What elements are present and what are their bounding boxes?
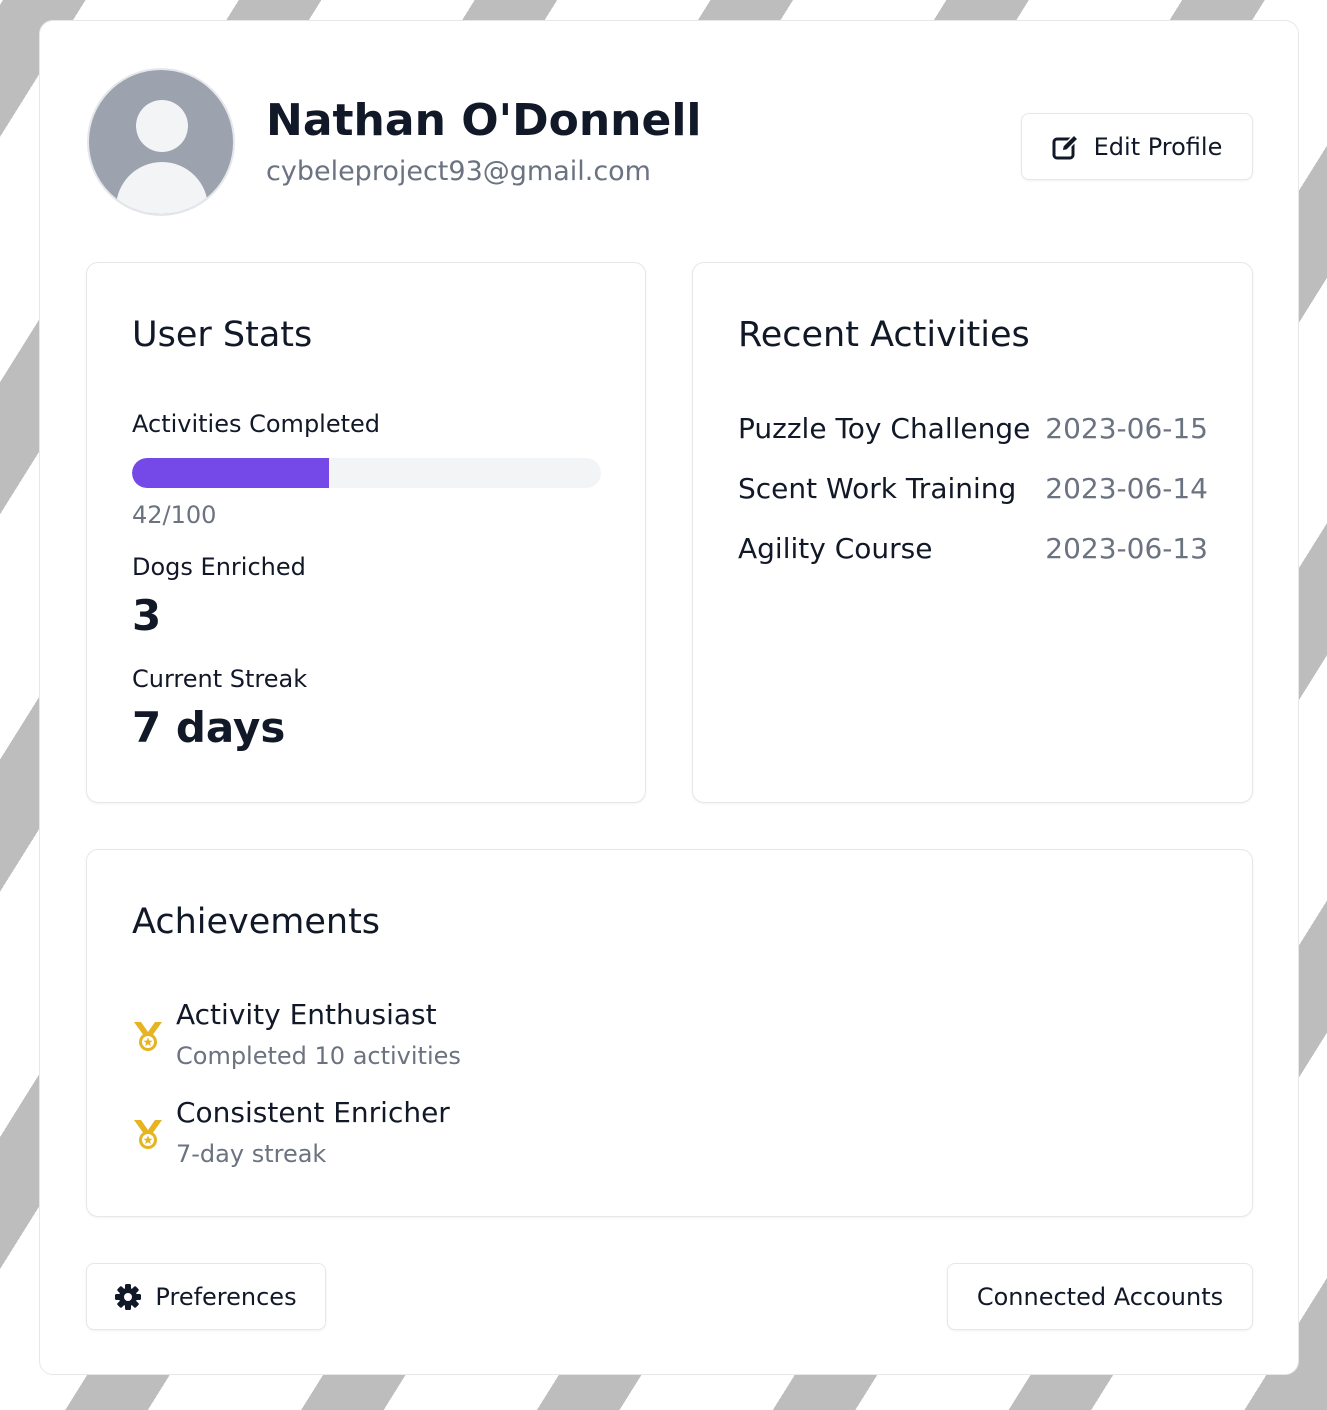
edit-profile-label: Edit Profile (1093, 132, 1223, 161)
current-streak-value: 7 days (132, 703, 286, 752)
dogs-enriched-label: Dogs Enriched (132, 553, 306, 581)
avatar-head (136, 100, 188, 152)
edit-profile-button[interactable]: Edit Profile (1021, 113, 1253, 180)
user-stats-title: User Stats (132, 315, 313, 355)
achievements-title: Achievements (132, 902, 381, 942)
edit-icon (1052, 133, 1079, 159)
achievements-panel: Achievements Activity Enthusiast Complet… (86, 849, 1253, 1217)
recent-activities-title: Recent Activities (738, 315, 1030, 355)
achievement-title: Activity Enthusiast (176, 998, 437, 1031)
avatar (87, 68, 235, 216)
preferences-button[interactable]: Preferences (86, 1263, 326, 1330)
achievement-description: 7-day streak (176, 1140, 327, 1168)
activity-row: Agility Course 2023-06-13 (738, 528, 1208, 568)
user-email: cybeleproject93@gmail.com (266, 156, 651, 187)
achievement-item: Consistent Enricher 7-day streak (132, 1096, 732, 1176)
activities-progress-bar (132, 458, 601, 488)
user-name: Nathan O'Donnell (266, 95, 702, 146)
recent-activities-panel: Recent Activities Puzzle Toy Challenge 2… (692, 262, 1253, 803)
medal-icon (134, 1120, 162, 1149)
activity-row: Puzzle Toy Challenge 2023-06-15 (738, 408, 1208, 448)
achievement-item: Activity Enthusiast Completed 10 activit… (132, 998, 732, 1078)
profile-card: Nathan O'Donnell cybeleproject93@gmail.c… (39, 20, 1299, 1375)
activity-date: 2023-06-13 (1045, 531, 1208, 565)
preferences-label: Preferences (155, 1282, 297, 1311)
activities-progress-fill (132, 458, 329, 488)
activity-row: Scent Work Training 2023-06-14 (738, 468, 1208, 508)
connected-accounts-button[interactable]: Connected Accounts (947, 1263, 1253, 1330)
dogs-enriched-value: 3 (132, 591, 162, 640)
activities-progress-text: 42/100 (132, 501, 217, 529)
medal-icon (134, 1022, 162, 1051)
avatar-body (116, 162, 208, 214)
activity-name: Puzzle Toy Challenge (738, 411, 1031, 445)
activity-date: 2023-06-14 (1045, 471, 1208, 505)
activity-name: Scent Work Training (738, 471, 1017, 505)
connected-accounts-label: Connected Accounts (976, 1282, 1224, 1311)
activity-name: Agility Course (738, 531, 933, 565)
gear-icon (115, 1283, 142, 1310)
activities-completed-label: Activities Completed (132, 410, 381, 438)
achievement-description: Completed 10 activities (176, 1042, 461, 1070)
user-stats-panel: User Stats Activities Completed 42/100 D… (86, 262, 646, 803)
current-streak-label: Current Streak (132, 665, 308, 693)
activity-date: 2023-06-15 (1045, 411, 1208, 445)
achievement-title: Consistent Enricher (176, 1096, 450, 1129)
